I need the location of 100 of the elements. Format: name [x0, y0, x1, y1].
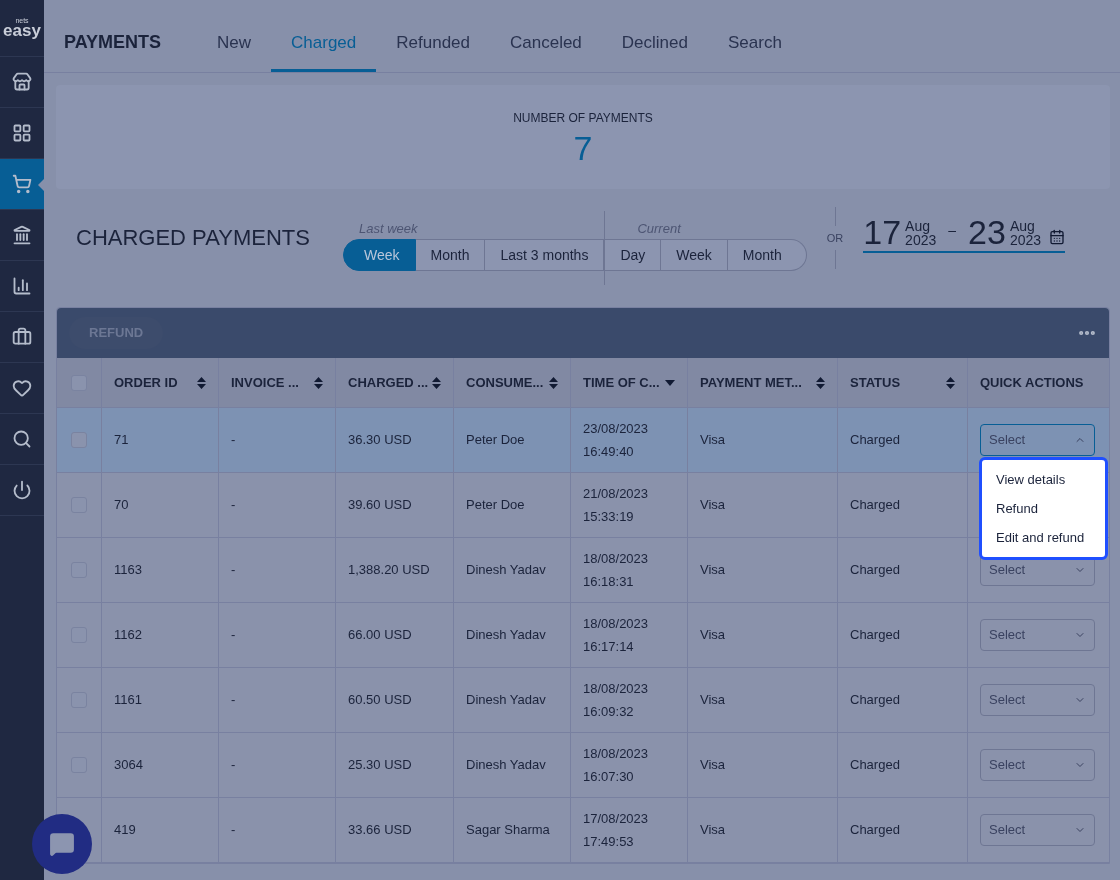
power-icon: [12, 480, 32, 500]
table-cell-text: 71: [114, 431, 129, 450]
period-group-label: Last week: [358, 220, 419, 238]
table-cell-text: Charged: [850, 431, 900, 450]
table-cell-text: Visa: [700, 756, 726, 775]
sort-descending-icon[interactable]: [665, 379, 675, 386]
cart-icon: [12, 174, 32, 194]
table-cell-text: 3064: [114, 756, 143, 775]
stat-value: 7: [573, 131, 593, 165]
period-button[interactable]: Last 3 months: [485, 239, 605, 271]
table-cell-text: 23/08/2023 16:49:40: [583, 420, 649, 461]
search-icon: [12, 429, 32, 449]
date-separator: –: [947, 221, 958, 240]
table-cell-text: 1162: [114, 626, 142, 645]
table-cell-text: 36.30 USD: [348, 431, 412, 450]
table-cell-text: Dinesh Yadav: [466, 561, 546, 580]
select-dropdown[interactable]: Select: [980, 749, 1095, 781]
sort-icon[interactable]: [314, 376, 323, 389]
sort-icon[interactable]: [549, 376, 558, 389]
table-cell-text: Peter Doe: [466, 496, 525, 515]
table-cell-text: 70: [114, 496, 129, 515]
stat-label: NUMBER OF PAYMENTS: [513, 110, 653, 127]
column-header[interactable]: ORDER ID: [102, 358, 219, 407]
select-dropdown[interactable]: Select: [980, 814, 1095, 846]
table-cell-text: -: [231, 821, 236, 840]
sort-icon[interactable]: [432, 376, 441, 389]
table-cell-text: 18/08/2023 16:09:32: [583, 680, 649, 721]
table-cell-text: 18/08/2023 16:17:14: [583, 615, 649, 656]
tab[interactable]: New: [197, 29, 272, 72]
date-year: 2023: [1009, 233, 1042, 247]
table-cell-text: 25.30 USD: [348, 756, 412, 775]
table-cell-text: Visa: [700, 626, 726, 645]
chat-icon: [49, 831, 75, 857]
store-icon: [12, 72, 32, 92]
table-cell-text: 18/08/2023 16:07:30: [583, 745, 649, 786]
date-day: 17: [863, 215, 902, 249]
sort-icon[interactable]: [816, 376, 825, 389]
table-cell-text: 33.66 USD: [348, 821, 412, 840]
select-dropdown[interactable]: Select: [980, 619, 1095, 651]
date-month: Aug: [905, 219, 932, 233]
table-cell-text: 419: [114, 821, 136, 840]
table-cell-text: Charged: [850, 561, 900, 580]
table-cell-text: Sagar Sharma: [466, 821, 550, 840]
period-button[interactable]: Week: [661, 239, 728, 271]
sort-icon[interactable]: [197, 376, 206, 389]
table-cell-text: 17/08/2023 17:49:53: [583, 810, 649, 851]
table-row[interactable]: 1161 - 60.50 USD Dinesh Yadav 18/08/2023 16:09:32 Visa Charged Select: [57, 668, 1109, 733]
select-dropdown[interactable]: Select: [980, 424, 1095, 456]
column-header[interactable]: CONSUME...: [454, 358, 571, 407]
bar-chart-icon: [12, 276, 32, 296]
date-year: 2023: [905, 233, 937, 247]
table-cell-text: Charged: [850, 691, 900, 710]
column-header[interactable]: INVOICE ...: [219, 358, 336, 407]
table-row[interactable]: 3064 - 25.30 USD Dinesh Yadav 18/08/2023 16:07:30 Visa Charged Select: [57, 733, 1109, 798]
bank-icon: [12, 225, 32, 245]
tab[interactable]: Declined: [601, 29, 708, 72]
table-cell-text: -: [231, 561, 236, 580]
table-row[interactable]: 1162 - 66.00 USD Dinesh Yadav 18/08/2023 16:17:14 Visa Charged Select: [57, 603, 1109, 668]
period-button[interactable]: Week: [343, 239, 416, 271]
pointer-icon: [38, 179, 44, 191]
table-cell-text: Visa: [700, 821, 726, 840]
sidebar-item[interactable]: [0, 159, 44, 210]
tab[interactable]: Search: [708, 29, 802, 72]
table-cell-text: Charged: [850, 626, 900, 645]
table-cell-text: -: [231, 431, 236, 450]
tab[interactable]: Canceled: [490, 29, 602, 72]
column-header[interactable]: QUICK ACTIONS: [968, 358, 1109, 407]
table-cell-text: Visa: [700, 496, 726, 515]
table-cell-text: -: [231, 626, 236, 645]
table-cell-text: -: [231, 691, 236, 710]
column-header[interactable]: TIME OF C...: [571, 358, 688, 407]
briefcase-icon: [12, 327, 32, 347]
table-cell-text: 39.60 USD: [348, 496, 412, 515]
heart-icon: [12, 378, 32, 398]
table-cell-text: 21/08/2023 15:33:19: [583, 485, 649, 526]
table-cell-text: Charged: [850, 496, 900, 515]
column-header[interactable]: PAYMENT MET...: [688, 358, 838, 407]
table-cell-text: 66.00 USD: [348, 626, 412, 645]
period-button[interactable]: Month: [727, 239, 807, 271]
or-label: OR: [826, 230, 844, 246]
table-cell-text: Visa: [700, 561, 726, 580]
table-cell-text: -: [231, 756, 236, 775]
table-cell-text: Dinesh Yadav: [466, 756, 546, 775]
grid-icon: [12, 123, 32, 143]
menu-item[interactable]: Refund: [982, 494, 1105, 523]
table-cell-text: 1,388.20 USD: [348, 561, 430, 580]
date-day: 23: [968, 215, 1006, 249]
column-header[interactable]: STATUS: [838, 358, 968, 407]
table-cell-text: Dinesh Yadav: [466, 626, 546, 645]
period-button[interactable]: Day: [605, 239, 662, 271]
column-header[interactable]: CHARGED ...: [336, 358, 454, 407]
table-cell-text: 1161: [114, 691, 142, 710]
period-button[interactable]: Month: [415, 239, 486, 271]
calendar-icon[interactable]: [1049, 229, 1066, 245]
tab[interactable]: Refunded: [376, 29, 490, 72]
period-group-label: Current: [636, 220, 683, 238]
sort-icon[interactable]: [946, 376, 955, 389]
select-dropdown[interactable]: Select: [980, 684, 1095, 716]
table-cell-text: Charged: [850, 821, 900, 840]
table-cell-text: Peter Doe: [466, 431, 525, 450]
